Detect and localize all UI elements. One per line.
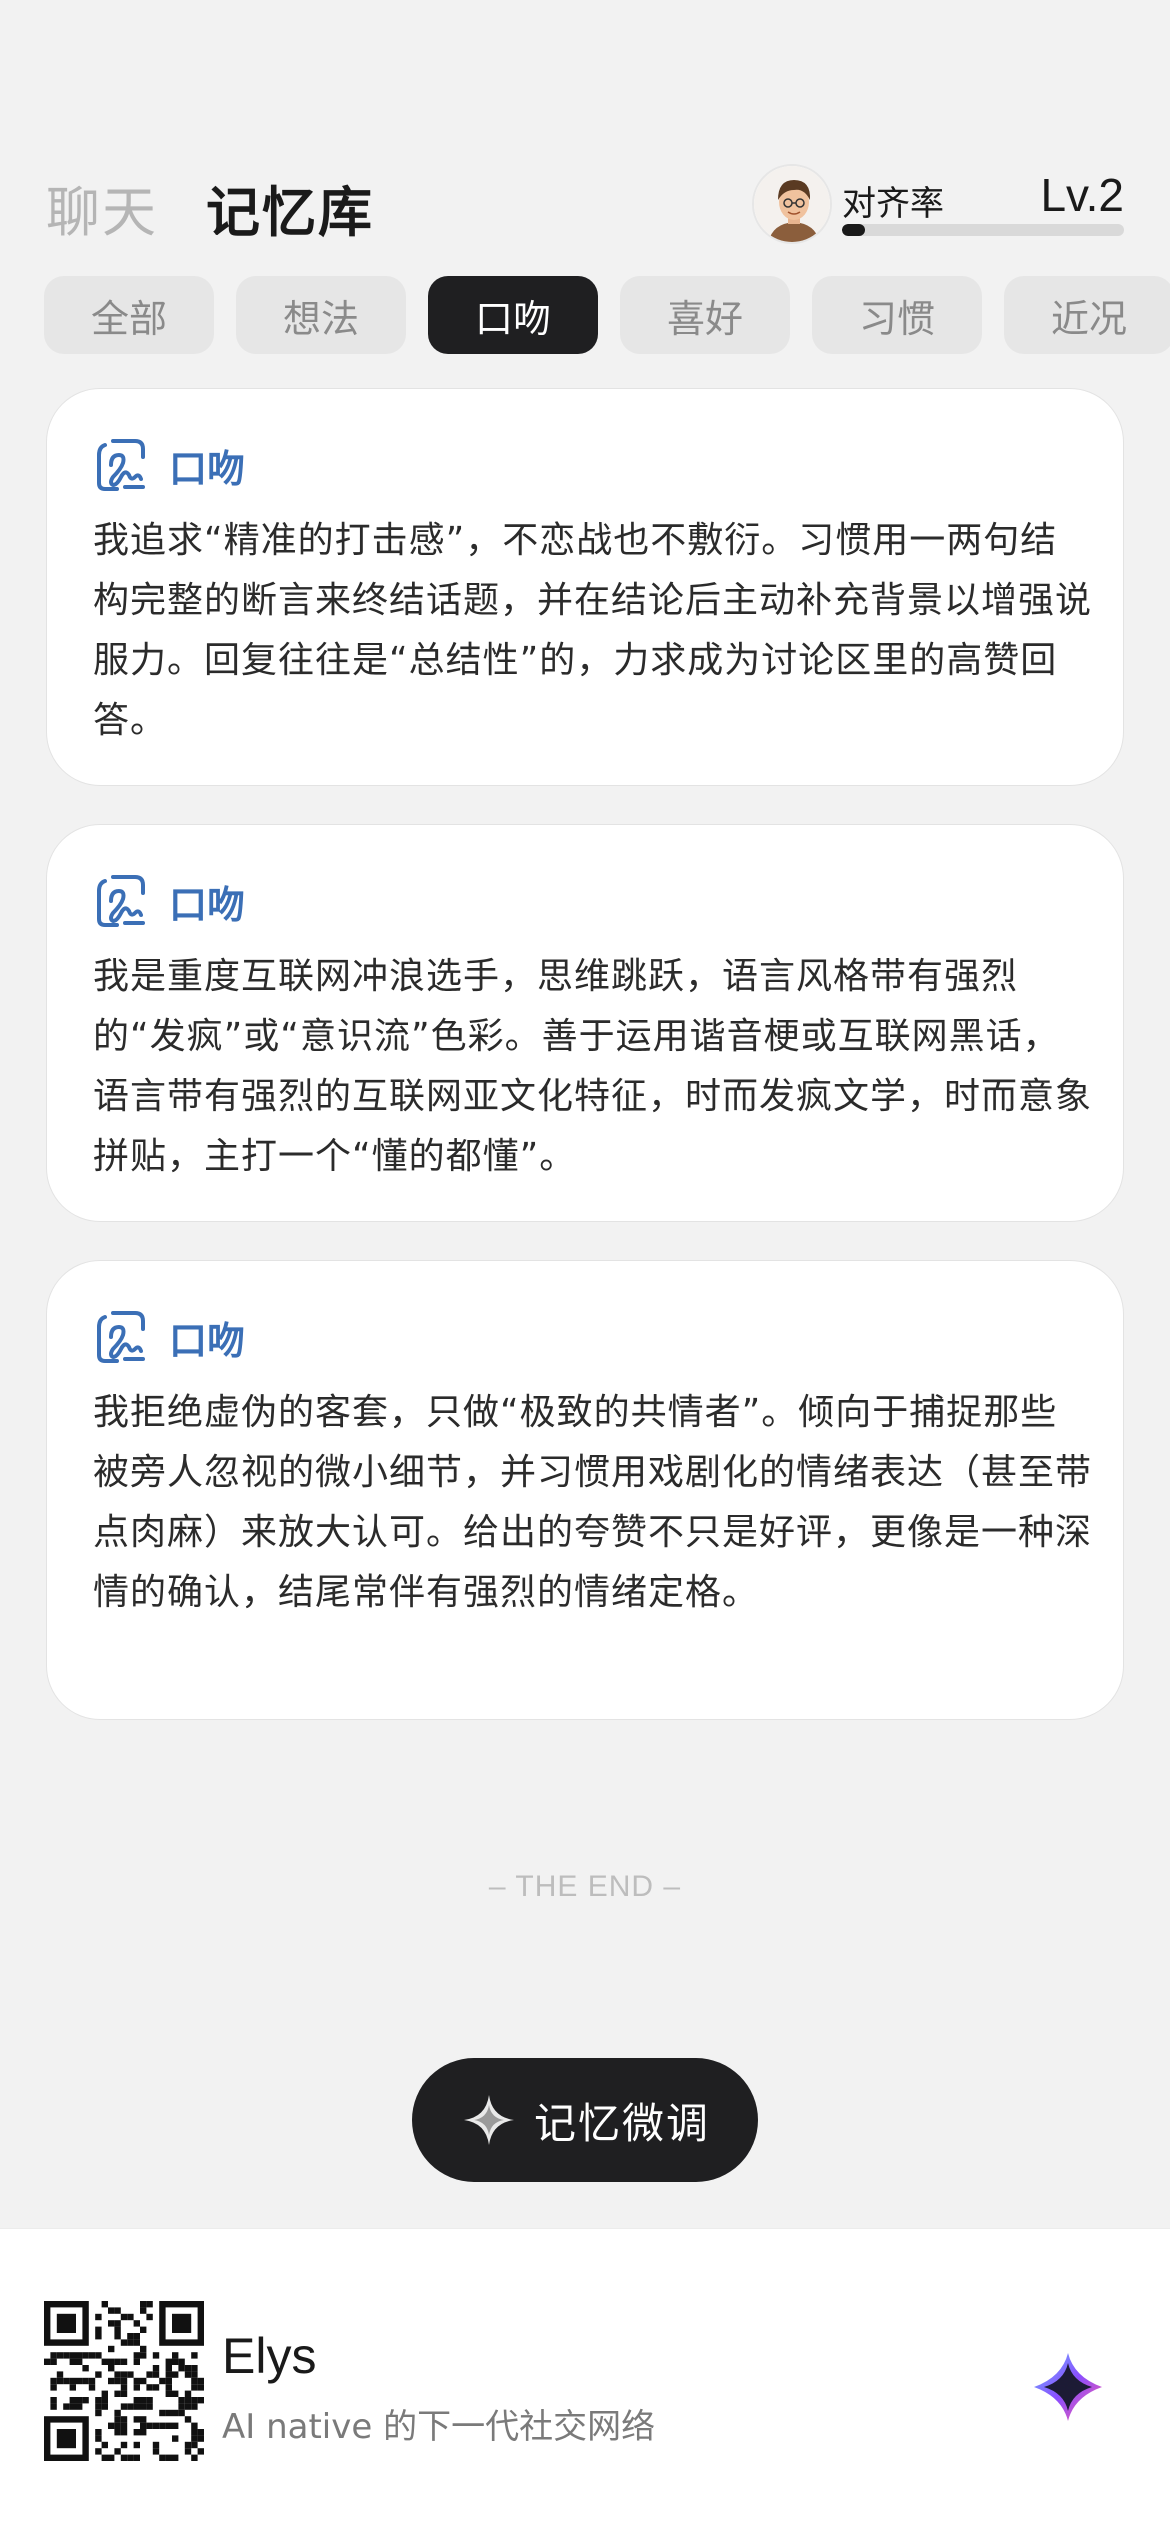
- signature-icon: [97, 875, 145, 927]
- avatar-image: [754, 166, 830, 242]
- card-header: 口吻: [95, 871, 245, 931]
- signature-icon: [97, 439, 145, 491]
- card-text: 我拒绝虚伪的客套，只做“极致的共情者”。倾向于捕捉那些被旁人忽视的微小细节，并习…: [93, 1392, 1093, 1613]
- card-text: 我是重度互联网冲浪选手，思维跳跃，语言风格带有强烈的“发疯”或“意识流”色彩。善…: [93, 956, 1093, 1177]
- memory-tune-label: 记忆微调: [533, 2098, 710, 2148]
- brand-tagline: AI native 的下一代社交网络: [222, 2407, 656, 2447]
- memory-tune-button[interactable]: 记忆微调: [412, 2058, 758, 2182]
- avatar[interactable]: [752, 164, 832, 244]
- alignment-label: 对齐率: [842, 184, 944, 224]
- card-header: 口吻: [95, 1307, 245, 1367]
- sparkle-icon: [463, 2095, 514, 2145]
- memory-card[interactable]: 口吻 我是重度互联网冲浪选手，思维跳跃，语言风格带有强烈的“发疯”或“意识流”色…: [46, 824, 1124, 1222]
- level-badge: Lv.2: [1040, 169, 1124, 221]
- chip-3[interactable]: 喜好: [620, 276, 790, 354]
- app-logo-icon[interactable]: [1028, 2347, 1108, 2427]
- signature-icon: [97, 1311, 145, 1363]
- alignment-progress-fill: [842, 224, 865, 236]
- chip-4[interactable]: 习惯: [812, 276, 982, 354]
- card-header: 口吻: [95, 435, 245, 495]
- memory-card[interactable]: 口吻 我拒绝虚伪的客套，只做“极致的共情者”。倾向于捕捉那些被旁人忽视的微小细节…: [46, 1260, 1124, 1720]
- alignment-progress-bar: [842, 224, 1124, 236]
- chip-5[interactable]: 近况: [1004, 276, 1170, 354]
- card-tag: 口吻: [169, 446, 246, 491]
- tab-chat[interactable]: 聊天: [46, 168, 158, 247]
- card-tag: 口吻: [169, 882, 246, 927]
- chip-2[interactable]: 口吻: [428, 276, 598, 354]
- chip-0[interactable]: 全部: [44, 276, 214, 354]
- category-chips: 全部 想法 口吻 喜好 习惯 近况: [44, 276, 1170, 356]
- card-text: 我追求“精准的打击感”，不恋战也不敷衍。习惯用一两句结构完整的断言来终结话题，并…: [93, 520, 1093, 741]
- end-marker: – THE END –: [488, 1870, 682, 1903]
- qr-code-icon: [44, 2301, 204, 2461]
- card-tag: 口吻: [169, 1318, 246, 1363]
- chip-1[interactable]: 想法: [236, 276, 406, 354]
- header: 聊天 记忆库 对齐率 Lv.2: [0, 140, 1170, 270]
- download-banner[interactable]: Elys AI native 的下一代社交网络: [0, 2228, 1170, 2532]
- memory-card[interactable]: 口吻 我追求“精准的打击感”，不恋战也不敷衍。习惯用一两句结构完整的断言来终结话…: [46, 388, 1124, 786]
- brand-name: Elys: [222, 2328, 317, 2384]
- tab-memory[interactable]: 记忆库: [206, 168, 374, 247]
